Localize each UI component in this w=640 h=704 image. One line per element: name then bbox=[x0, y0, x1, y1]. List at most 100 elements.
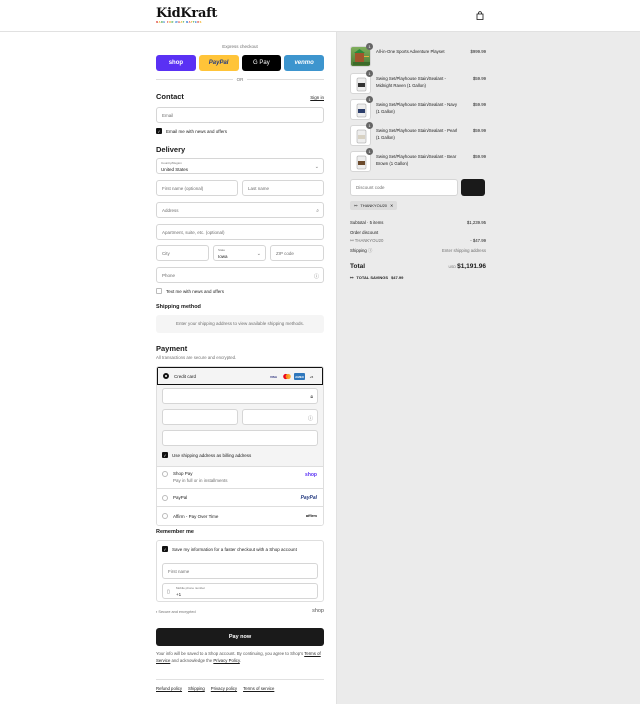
terms-of-service-link[interactable]: Terms of service bbox=[243, 686, 274, 691]
checkmark-icon: ✓ bbox=[162, 452, 168, 458]
subtotal-label: Subtotal · 5 items bbox=[350, 220, 384, 225]
shipping-method-message: Enter your shipping address to view avai… bbox=[156, 315, 324, 333]
email-placeholder: Email bbox=[162, 113, 174, 118]
shop-pay-button[interactable]: shop bbox=[156, 55, 196, 71]
shop-pay-subtitle: Pay in full or in installments bbox=[173, 478, 228, 483]
apartment-field[interactable]: Apartment, suite, etc. (optional) bbox=[156, 224, 324, 240]
mobile-value: +1 bbox=[176, 592, 182, 597]
phone-field[interactable]: Phone ⓘ bbox=[156, 267, 324, 283]
help-icon[interactable]: ⓘ bbox=[368, 248, 372, 253]
shipping-label: Shipping bbox=[350, 248, 367, 253]
subtotal-value: $1,239.95 bbox=[466, 220, 486, 225]
first-name-field[interactable]: First name (optional) bbox=[156, 180, 238, 196]
city-field[interactable]: City bbox=[156, 245, 209, 261]
mobile-label: Mobile phone number bbox=[176, 586, 206, 590]
email-field[interactable]: Email bbox=[156, 107, 324, 123]
affirm-label: Affirm - Pay Over Time bbox=[173, 513, 219, 519]
payment-heading: Payment bbox=[156, 344, 188, 353]
state-select[interactable]: State Iowa ⌄ bbox=[213, 245, 266, 261]
remove-discount-icon[interactable]: ✕ bbox=[390, 203, 393, 208]
total-row: Total USD $1,191.96 bbox=[350, 263, 486, 270]
address-field[interactable]: Address ⌕ bbox=[156, 202, 324, 218]
remember-first-name-placeholder: First name bbox=[168, 569, 190, 574]
kidkraft-logo[interactable]: KidKraft MADE FOR WHAT MATTERS bbox=[156, 7, 217, 24]
billing-same-label: Use shipping address as billing address bbox=[172, 452, 252, 458]
text-me-checkbox[interactable]: Text me with news and offers bbox=[156, 288, 224, 294]
radio-icon bbox=[162, 471, 168, 477]
shipping-value: Enter shipping address bbox=[442, 248, 486, 253]
country-select[interactable]: Country/Region United States ⌄ bbox=[156, 158, 324, 174]
more-cards-badge: +5 bbox=[309, 374, 314, 379]
apply-discount-button[interactable] bbox=[461, 179, 485, 196]
product-price: $59.99 bbox=[472, 102, 486, 107]
credit-card-label: Credit card bbox=[174, 373, 197, 379]
bag-icon[interactable] bbox=[476, 11, 484, 20]
shop-pay-logo: shop bbox=[305, 472, 317, 478]
affirm-logo: affirm bbox=[305, 513, 317, 518]
shop-pay-label: Shop Pay bbox=[173, 471, 193, 476]
privacy-policy-link[interactable]: Privacy policy bbox=[211, 686, 237, 691]
discount-tag[interactable]: ⚯ THANKYOU20 ✕ bbox=[350, 201, 398, 210]
amex-icon: AMEX bbox=[294, 373, 305, 380]
pay-now-button[interactable]: Pay now bbox=[156, 628, 324, 646]
checkmark-icon: ✓ bbox=[162, 546, 168, 552]
last-name-field[interactable]: Last name bbox=[242, 180, 324, 196]
refund-policy-link[interactable]: Refund policy bbox=[156, 686, 182, 691]
pay-now-label: Pay now bbox=[228, 634, 252, 640]
zip-field[interactable]: ZIP code bbox=[270, 245, 324, 261]
discount-code-label: THANKYOU20 bbox=[354, 238, 384, 243]
card-number-field[interactable]: 🔒︎ bbox=[162, 388, 318, 404]
order-summary: 1 All-in-One Sports Adventure Playset $9… bbox=[336, 32, 640, 704]
help-icon[interactable]: ⓘ bbox=[314, 273, 319, 280]
discount-value: - $47.99 bbox=[470, 238, 486, 243]
quantity-badge: 1 bbox=[366, 43, 373, 50]
mobile-phone-field[interactable]: ▯ Mobile phone number +1 bbox=[162, 583, 318, 599]
quantity-badge: 1 bbox=[366, 96, 373, 103]
product-price: $59.99 bbox=[472, 76, 486, 81]
security-code-field[interactable]: ⓘ bbox=[242, 409, 318, 425]
radio-selected-icon bbox=[163, 373, 169, 379]
secure-note: ▪ Secure and encrypted bbox=[156, 610, 196, 614]
last-name-placeholder: Last name bbox=[248, 186, 270, 191]
shop-logo: shop bbox=[312, 608, 324, 614]
credit-card-option[interactable]: Credit card VISA AMEX +5 bbox=[157, 367, 323, 385]
discount-code-input[interactable]: Discount code bbox=[350, 179, 458, 196]
or-divider: OR bbox=[156, 77, 324, 82]
paypal-option[interactable]: PayPal PayPal bbox=[157, 489, 323, 507]
mastercard-icon bbox=[281, 373, 292, 380]
expiration-field[interactable] bbox=[162, 409, 238, 425]
sign-in-link[interactable]: Sign in bbox=[310, 95, 324, 100]
gpay-label: G Pay bbox=[253, 60, 270, 66]
payment-subtitle: All transactions are secure and encrypte… bbox=[156, 355, 237, 360]
discount-placeholder: Discount code bbox=[356, 185, 385, 190]
radio-icon bbox=[162, 494, 168, 501]
billing-same-checkbox[interactable]: ✓ Use shipping address as billing addres… bbox=[162, 452, 251, 458]
paypal-label: PayPal bbox=[208, 60, 229, 66]
currency: USD bbox=[448, 265, 456, 269]
total-label: Total bbox=[350, 263, 366, 270]
shipping-policy-link[interactable]: Shipping bbox=[188, 686, 205, 691]
city-placeholder: City bbox=[162, 251, 170, 256]
logo-tagline: MADE FOR WHAT MATTERS bbox=[156, 21, 202, 24]
shop-pay-option[interactable]: Shop Pay Pay in full or in installments … bbox=[157, 467, 323, 489]
help-icon[interactable]: ⓘ bbox=[308, 415, 313, 422]
search-icon: ⌕ bbox=[316, 208, 319, 214]
visa-icon: VISA bbox=[269, 374, 277, 379]
cart-item: 1 Swing Set/Playhouse Stain/Sealant - Pe… bbox=[350, 122, 486, 147]
google-pay-button[interactable]: G Pay bbox=[241, 55, 282, 71]
legal-middle: and acknowledge the bbox=[171, 657, 213, 663]
paypal-button[interactable]: PayPal bbox=[198, 55, 239, 71]
header: KidKraft MADE FOR WHAT MATTERS bbox=[0, 0, 640, 32]
remember-first-name-field[interactable]: First name bbox=[162, 563, 318, 579]
name-on-card-field[interactable] bbox=[162, 430, 318, 446]
secure-label: Secure and encrypted bbox=[158, 610, 196, 614]
newsletter-checkbox[interactable]: ✓ Email me with news and offers bbox=[156, 128, 227, 134]
venmo-button[interactable]: venmo bbox=[284, 55, 324, 71]
first-name-placeholder: First name (optional) bbox=[162, 186, 204, 191]
phone-icon: ▯ bbox=[167, 589, 170, 595]
shop-privacy-link[interactable]: Privacy Policy bbox=[213, 658, 239, 663]
lock-icon: 🔒︎ bbox=[310, 394, 313, 400]
save-info-checkbox[interactable]: ✓ Save my information for a faster check… bbox=[162, 546, 297, 552]
quantity-badge: 1 bbox=[366, 70, 373, 77]
affirm-option[interactable]: Affirm - Pay Over Time affirm bbox=[157, 507, 323, 525]
